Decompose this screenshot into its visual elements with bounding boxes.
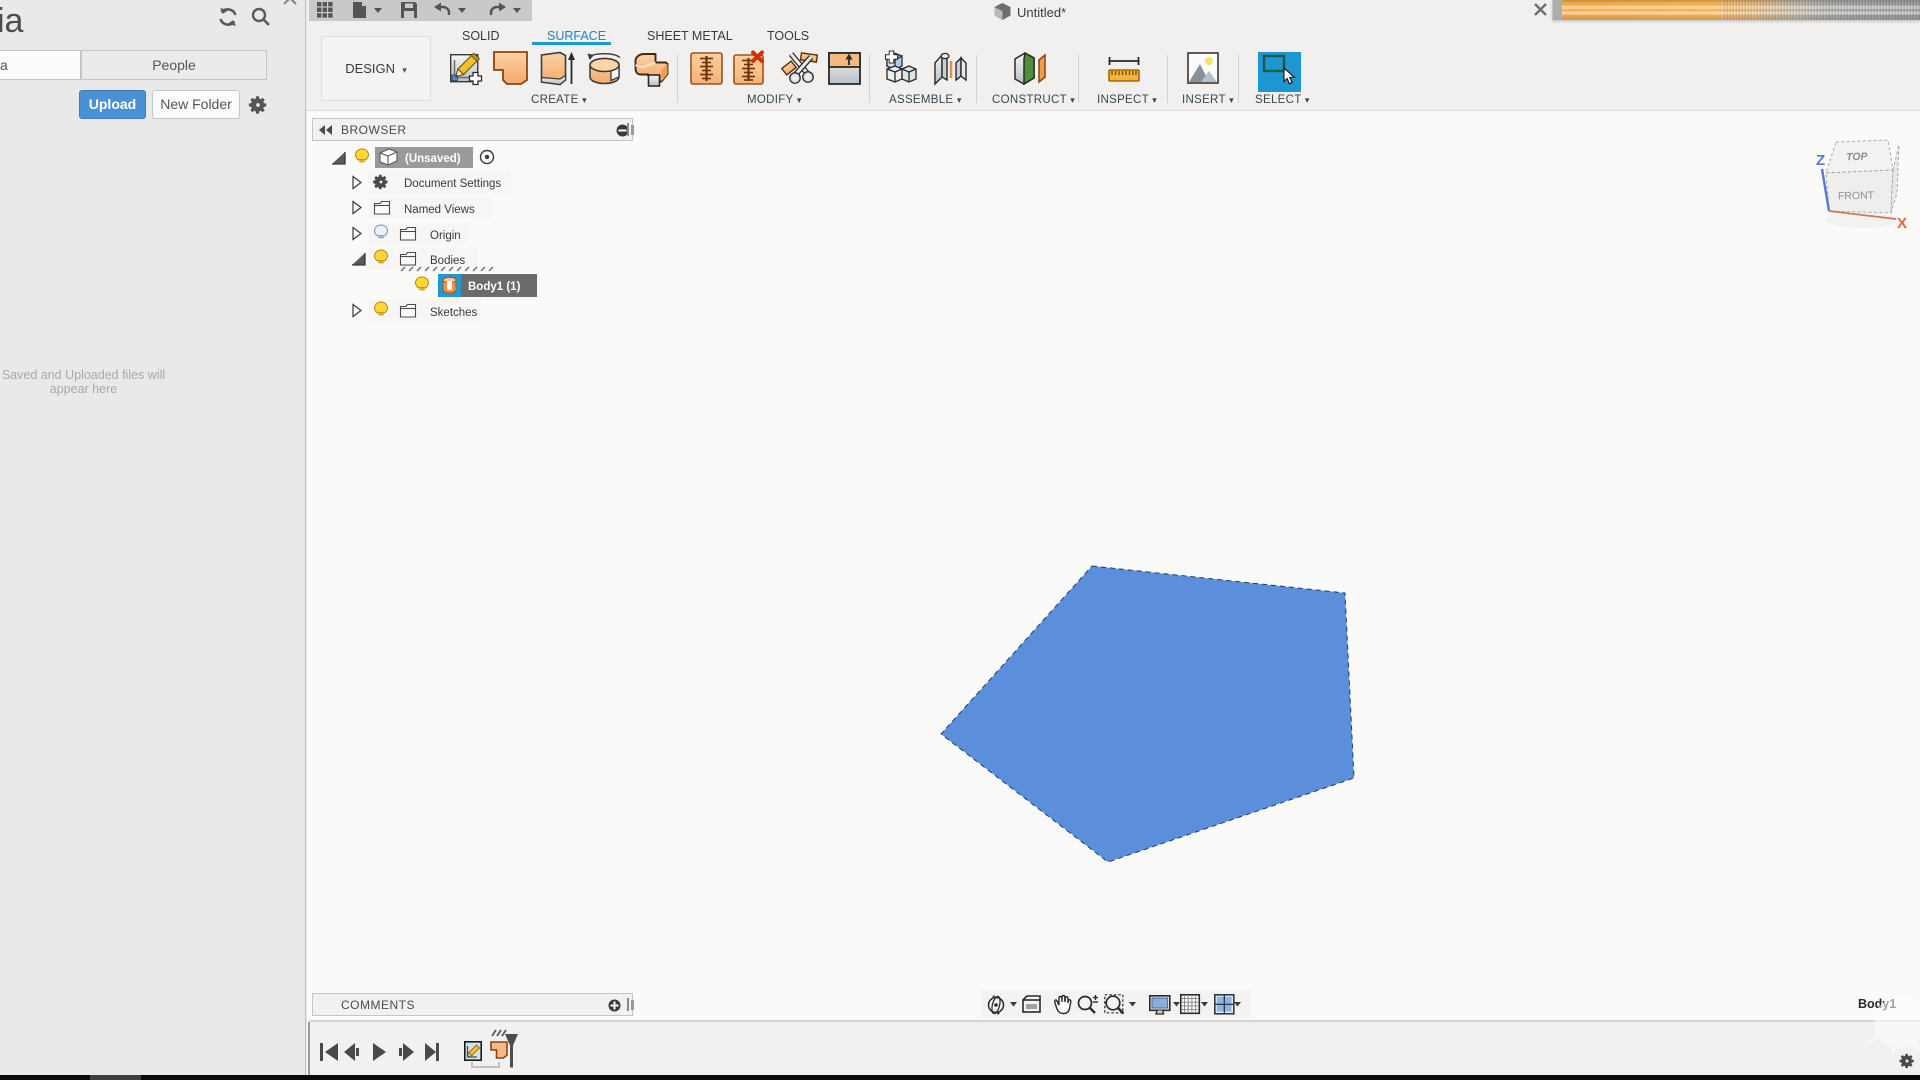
svg-text:Body1 (1): Body1 (1) [468,281,521,293]
svg-text:(Unsaved): (Unsaved) [405,153,461,165]
svg-text:Named Views: Named Views [404,204,475,216]
svg-text:Sketches: Sketches [430,307,478,319]
svg-text:Document Settings: Document Settings [404,178,501,190]
svg-text:TOP: TOP [1846,151,1869,164]
svg-text:Bodies: Bodies [430,255,465,267]
svg-text:X: X [1897,215,1907,232]
svg-text:Origin: Origin [430,230,461,242]
svg-text:Z: Z [1816,152,1825,169]
svg-text:FRONT: FRONT [1838,190,1875,203]
